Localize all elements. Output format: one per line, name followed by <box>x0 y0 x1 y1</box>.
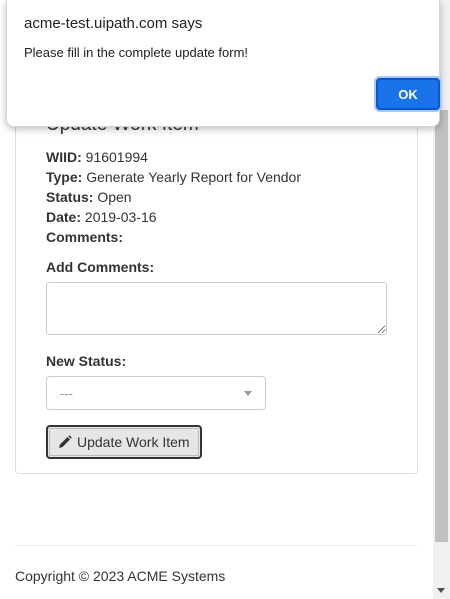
wiid-value: 91601994 <box>85 149 148 165</box>
date-field: Date: 2019-03-16 <box>46 209 157 225</box>
status-label: Status: <box>46 189 94 205</box>
wiid-field: WIID: 91601994 <box>46 149 148 165</box>
type-value: Generate Yearly Report for Vendor <box>86 169 302 185</box>
dialog-title: acme-test.uipath.com says <box>24 15 203 32</box>
add-comments-label: Add Comments: <box>46 259 155 275</box>
scrollbar-thumb[interactable] <box>435 110 448 542</box>
comments-field: Comments: <box>46 229 123 245</box>
date-label: Date: <box>46 209 82 225</box>
footer-divider <box>15 545 418 546</box>
new-status-label: New Status: <box>46 353 127 369</box>
wiid-label: WIID: <box>46 149 82 165</box>
dialog-message: Please fill in the complete update form! <box>24 45 249 60</box>
add-comments-textarea[interactable] <box>46 282 387 335</box>
type-field: Type: Generate Yearly Report for Vendor <box>46 169 301 185</box>
footer-copyright: Copyright © 2023 ACME Systems <box>15 568 226 584</box>
status-field: Status: Open <box>46 189 132 205</box>
pencil-icon <box>58 435 72 449</box>
status-value: Open <box>97 189 132 205</box>
ok-button[interactable]: OK <box>376 78 440 110</box>
update-work-item-button-label: Update Work Item <box>77 434 190 450</box>
new-status-select[interactable]: --- <box>46 376 266 410</box>
alert-dialog: acme-test.uipath.com says Please fill in… <box>6 0 440 127</box>
update-work-item-button[interactable]: Update Work Item <box>46 425 202 459</box>
type-label: Type: <box>46 169 83 185</box>
scroll-down-arrow-icon[interactable] <box>437 588 445 593</box>
date-value: 2019-03-16 <box>84 209 157 225</box>
new-status-selected-value: --- <box>60 386 73 401</box>
chevron-down-icon <box>244 391 252 396</box>
comments-label: Comments: <box>46 229 124 245</box>
